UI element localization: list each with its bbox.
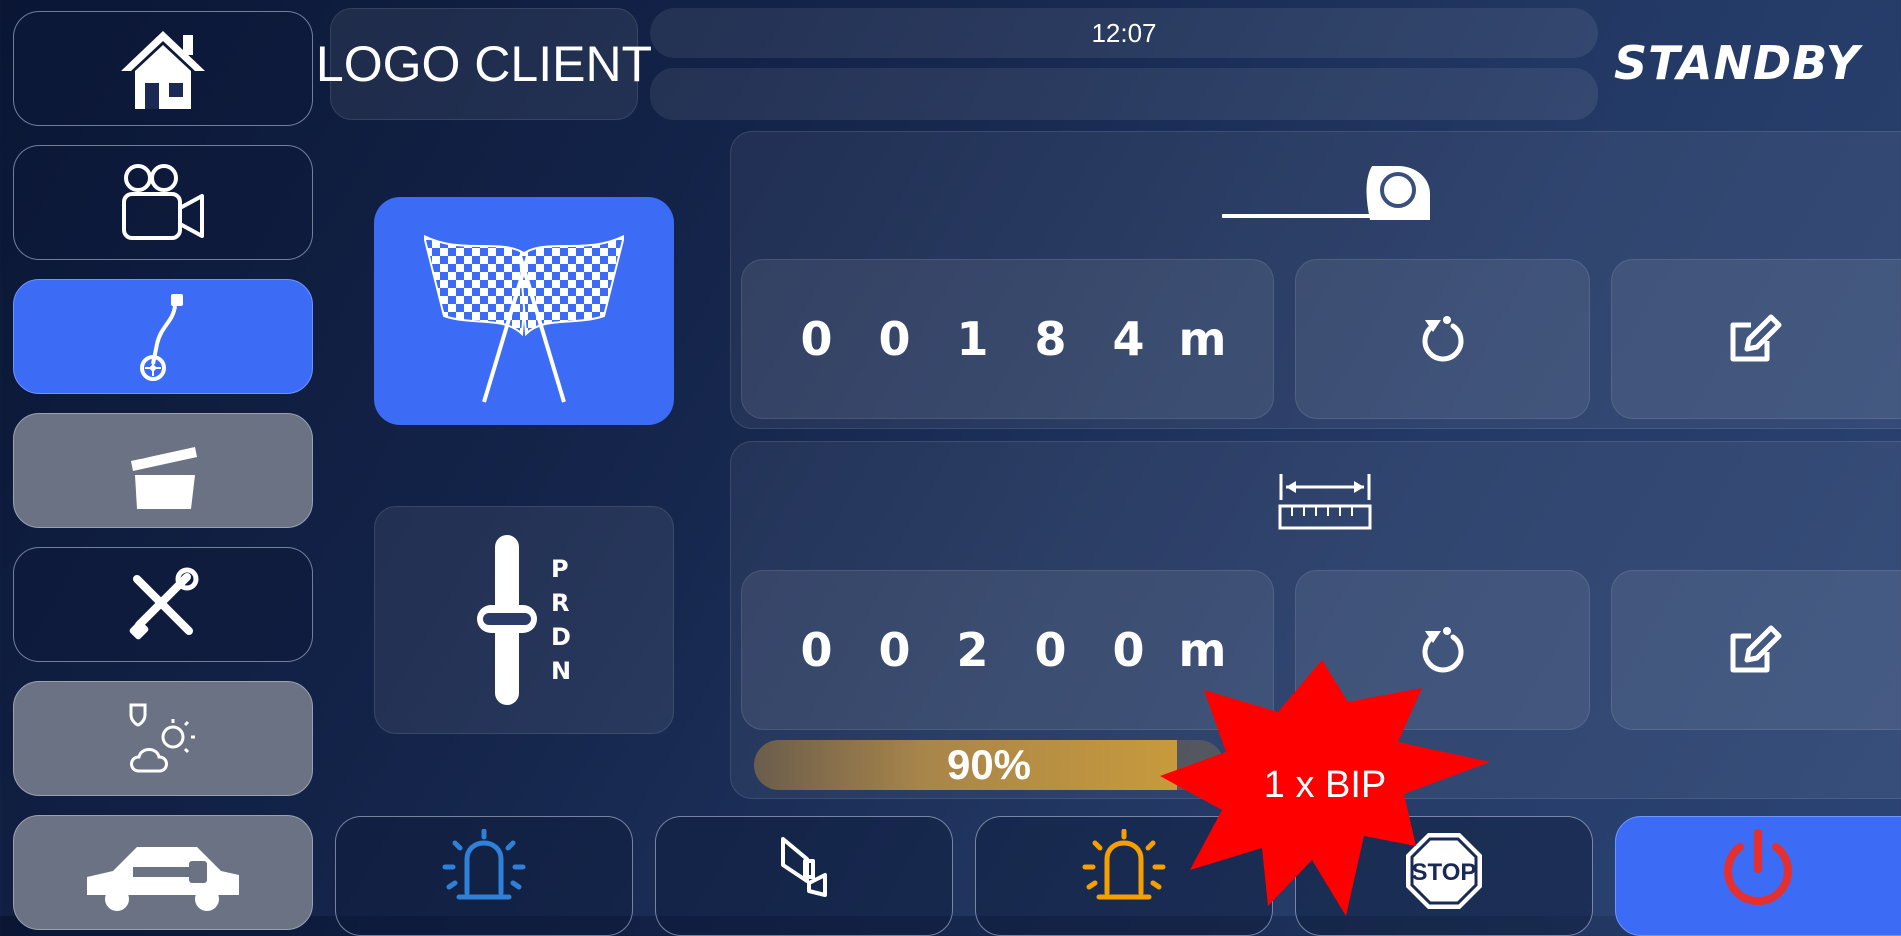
distance-digit: 8 [1034, 312, 1067, 366]
gear-letter-p: P [550, 555, 569, 583]
logo-text: LOGO CLIENT [315, 36, 653, 92]
beacon-orange-icon [1082, 829, 1166, 900]
tools-icon [129, 567, 199, 639]
gear-letter-d: D [550, 623, 571, 651]
edit-icon [1730, 314, 1781, 362]
sidebar-item-camera[interactable] [13, 145, 313, 260]
sidebar-item-weather[interactable] [13, 681, 313, 796]
home-icon [121, 30, 205, 109]
sidebar-item-car-key[interactable] [13, 815, 313, 930]
blue-beacon-button[interactable] [335, 816, 633, 936]
gear-lever-icon [476, 535, 537, 705]
reset-icon [1422, 316, 1463, 362]
race-mode-button[interactable] [374, 197, 674, 425]
beacon-blue-icon [442, 829, 526, 900]
camera-icon [122, 163, 204, 240]
clapperboard-icon [131, 438, 197, 509]
target-digit: 0 [800, 623, 833, 677]
message-bar [650, 68, 1598, 120]
horn-button[interactable] [655, 816, 953, 936]
checkered-flags-icon [424, 234, 624, 403]
sidebar-item-measuring-wheel[interactable] [13, 279, 313, 394]
tape-measure-icon [1222, 166, 1430, 220]
time-bar: 12:07 [650, 8, 1598, 58]
power-button[interactable] [1615, 816, 1901, 936]
distance-digit: 0 [800, 312, 833, 366]
weather-icon [129, 703, 195, 772]
progress-track: 90% [754, 740, 1224, 790]
edit-icon [1730, 625, 1781, 673]
alert-text: 1 x BIP [1263, 764, 1387, 806]
distance-digit: 4 [1112, 312, 1145, 366]
target-digit: 0 [878, 623, 911, 677]
gear-letters: P R D N [551, 552, 571, 688]
distance-digit: 1 [956, 312, 989, 366]
gear-letter-r: R [550, 589, 570, 617]
gear-letter-n: N [550, 657, 572, 685]
beep-alert: 1 x BIP [1160, 660, 1490, 916]
logo-box: LOGO CLIENT [316, 8, 652, 120]
distance-digit: 0 [878, 312, 911, 366]
target-digit: 0 [1034, 623, 1067, 677]
distance-digits: 0 0 1 8 4 m [778, 312, 1238, 366]
horn-icon [781, 837, 827, 897]
sidebar-item-tools[interactable] [13, 547, 313, 662]
ruler-icon [1278, 474, 1372, 530]
distance-reset-button[interactable] [1295, 259, 1590, 419]
target-digit: 2 [956, 623, 989, 677]
distance-unit: m [1178, 312, 1227, 366]
clock-time: 12:07 [1091, 18, 1157, 48]
car-key-icon [87, 846, 239, 911]
sidebar-item-clapperboard[interactable] [13, 413, 313, 528]
distance-counter: 0 0 1 8 4 m [741, 259, 1274, 419]
sidebar-item-home[interactable] [13, 11, 313, 126]
status-text: STANDBY [1614, 36, 1861, 90]
distance-edit-button[interactable] [1611, 259, 1901, 419]
power-icon [1724, 829, 1792, 905]
target-edit-button[interactable] [1611, 570, 1901, 730]
progress-label: 90% [946, 741, 1032, 788]
measuring-wheel-icon [140, 293, 183, 381]
gear-selector[interactable]: P R D N [374, 506, 674, 734]
target-digit: 0 [1112, 623, 1145, 677]
